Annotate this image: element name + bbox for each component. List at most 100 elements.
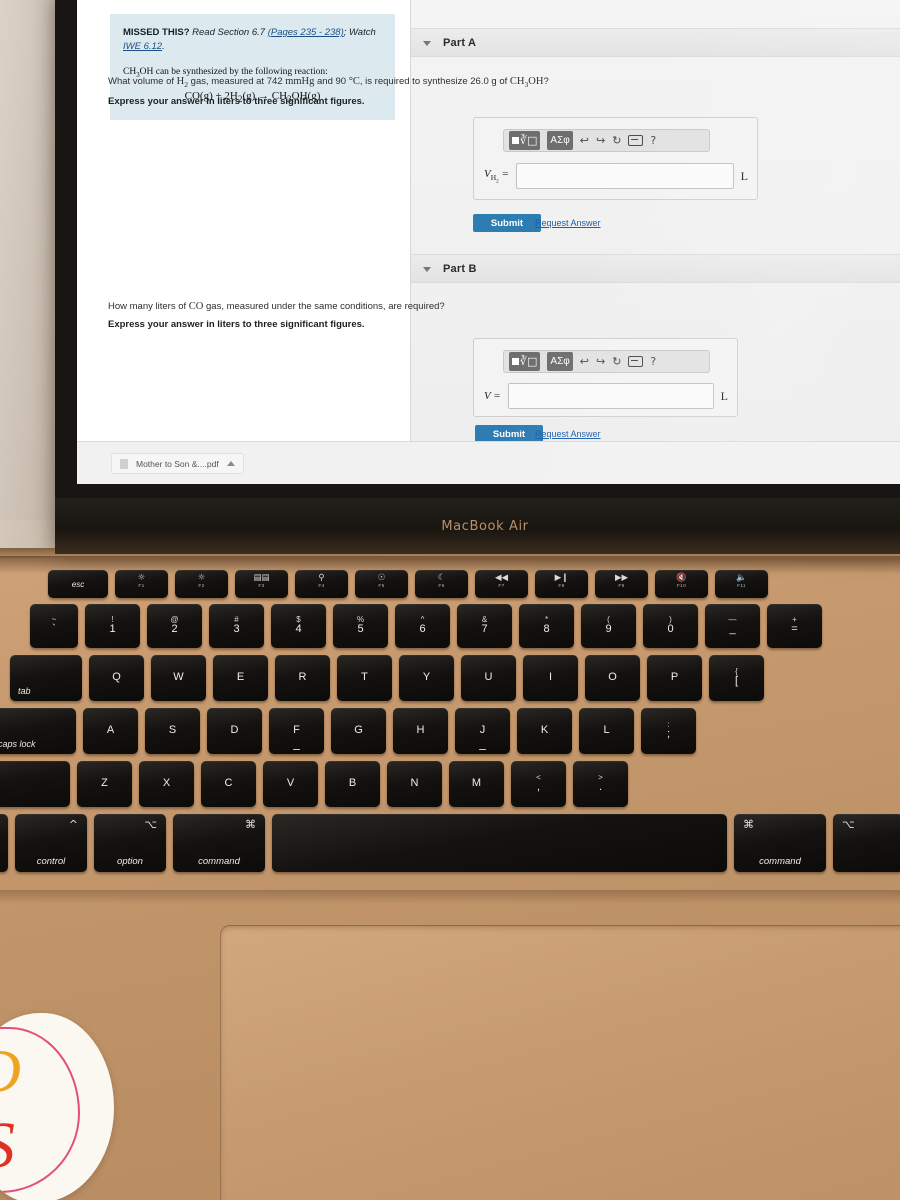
math-template-icon[interactable]: ∛□ [509,352,541,371]
reset-circle-icon[interactable]: ↻ [612,356,621,367]
key-f5-dictation[interactable]: ☉ F5 [355,570,408,598]
key-f10-mute[interactable]: 🔇 F10 [655,570,708,598]
caret-down-icon[interactable] [423,267,431,272]
key-f[interactable]: F [269,708,324,754]
key-space[interactable] [272,814,727,872]
key-1[interactable]: ! 1 [85,604,140,648]
part-a-question: What volume of H2 gas, measured at 742 m… [108,76,549,90]
key-r[interactable]: R [275,655,330,701]
help-icon[interactable]: ? [650,356,656,367]
key-4[interactable]: $4 [271,604,326,648]
key-equals[interactable]: + = [767,604,822,648]
reset-circle-icon[interactable]: ↻ [612,135,621,146]
key-shift-left[interactable]: ft [0,761,70,807]
key-f6-do-not-disturb[interactable]: ☾ F6 [415,570,468,598]
part-a-submit-button[interactable]: Submit [473,214,541,232]
key-x[interactable]: X [139,761,194,807]
pages-link[interactable]: (Pages 235 - 238) [268,27,344,38]
key-a[interactable]: A [83,708,138,754]
key-h[interactable]: H [393,708,448,754]
help-icon[interactable]: ? [650,135,656,146]
key-3[interactable]: #3 [209,604,264,648]
key-y[interactable]: Y [399,655,454,701]
key-o[interactable]: O [585,655,640,701]
key-q[interactable]: Q [89,655,144,701]
keyboard-icon[interactable] [628,135,644,146]
key-l[interactable]: L [579,708,634,754]
key-i[interactable]: I [523,655,578,701]
key-0[interactable]: ) 0 [643,604,698,648]
key-z[interactable]: Z [77,761,132,807]
key-8[interactable]: * 8 [519,604,574,648]
key-backtick[interactable]: ~ ` [30,604,78,648]
key-period[interactable]: >. [573,761,628,807]
key-p[interactable]: P [647,655,702,701]
key-v[interactable]: V [263,761,318,807]
download-item[interactable]: Mother to Son &....pdf [111,453,244,474]
key-f1-brightness-down[interactable]: ☼ F1 [115,570,168,598]
keyboard-number-row: ~ ` ! 1 @2 #3 $4 % 5 ^ 6 & 7 * 8 (9 ) 0 — _ + = [30,604,822,648]
key-f2-brightness-up[interactable]: ☼ F2 [175,570,228,598]
key-bracket-left[interactable]: {[ [709,655,764,701]
redo-arrow-icon[interactable]: ↩ [596,134,605,147]
key-u[interactable]: U [461,655,516,701]
key-e[interactable]: E [213,655,268,701]
greek-symbols-button[interactable]: ΑΣφ [547,131,573,150]
key-g[interactable]: G [331,708,386,754]
part-a-answer-input[interactable] [515,163,734,189]
caret-down-icon[interactable] [423,41,431,46]
part-b-header[interactable]: Part B [411,254,900,283]
download-file-name: Mother to Son &....pdf [136,458,219,469]
keyboard-icon[interactable] [628,356,644,367]
part-a-header[interactable]: Part A [411,28,900,57]
part-b-answer-input[interactable] [507,383,714,409]
key-f9-fast-forward[interactable]: ▶▶ F9 [595,570,648,598]
key-6[interactable]: ^ 6 [395,604,450,648]
chevron-up-icon[interactable] [226,461,235,466]
key-fn[interactable]: n [0,814,8,872]
key-minus[interactable]: — _ [705,604,760,648]
key-command-left[interactable]: ⌘ command [173,814,265,872]
greek-symbols-button[interactable]: ΑΣφ [547,352,573,371]
part-a-request-answer-link[interactable]: Request Answer [535,218,601,228]
redo-arrow-icon[interactable]: ↩ [596,355,605,368]
key-k[interactable]: K [517,708,572,754]
part-b-request-answer-link[interactable]: Request Answer [535,429,601,439]
key-s[interactable]: S [145,708,200,754]
key-c[interactable]: C [201,761,256,807]
undo-arrow-icon[interactable]: ↩ [580,135,589,146]
key-option-left[interactable]: ⌥ option [94,814,166,872]
key-esc[interactable]: esc [48,570,108,598]
key-tab[interactable]: tab [10,655,82,701]
key-command-right[interactable]: ⌘ command [734,814,826,872]
key-7[interactable]: & 7 [457,604,512,648]
key-j[interactable]: J [455,708,510,754]
key-d[interactable]: D [207,708,262,754]
key-b[interactable]: B [325,761,380,807]
iwe-link[interactable]: IWE 6.12 [123,41,162,52]
part-a-title: Part A [443,36,477,49]
key-option-right[interactable]: ⌥ [833,814,900,872]
key-semicolon[interactable]: :; [641,708,696,754]
key-f11-volume-down[interactable]: 🔈 F11 [715,570,768,598]
key-9[interactable]: (9 [581,604,636,648]
key-caps-lock[interactable]: caps lock [0,708,76,754]
part-a-math-toolbar[interactable]: ∛□ ΑΣφ ↩ ↩ ↻ ? [503,129,710,152]
key-f8-play-pause[interactable]: ▶❙ F8 [535,570,588,598]
math-template-icon[interactable]: ∛□ [509,131,541,150]
key-2[interactable]: @2 [147,604,202,648]
key-t[interactable]: T [337,655,392,701]
keyboard-function-row: esc ☼ F1 ☼ F2 ▤▤ F3 ⚲ F4 ☉ F5 ☾ F6 ◀◀ F7 ▶❙ F8 ▶… [48,570,768,598]
key-f3-mission-control[interactable]: ▤▤ F3 [235,570,288,598]
key-f7-rewind[interactable]: ◀◀ F7 [475,570,528,598]
trackpad[interactable] [220,925,900,1200]
key-n[interactable]: N [387,761,442,807]
key-control[interactable]: ^ control [15,814,87,872]
key-m[interactable]: M [449,761,504,807]
key-5[interactable]: % 5 [333,604,388,648]
undo-arrow-icon[interactable]: ↩ [580,356,589,367]
key-comma[interactable]: <, [511,761,566,807]
key-f4-spotlight-search[interactable]: ⚲ F4 [295,570,348,598]
key-w[interactable]: W [151,655,206,701]
part-b-math-toolbar[interactable]: ∛□ ΑΣφ ↩ ↩ ↻ ? [503,350,710,373]
